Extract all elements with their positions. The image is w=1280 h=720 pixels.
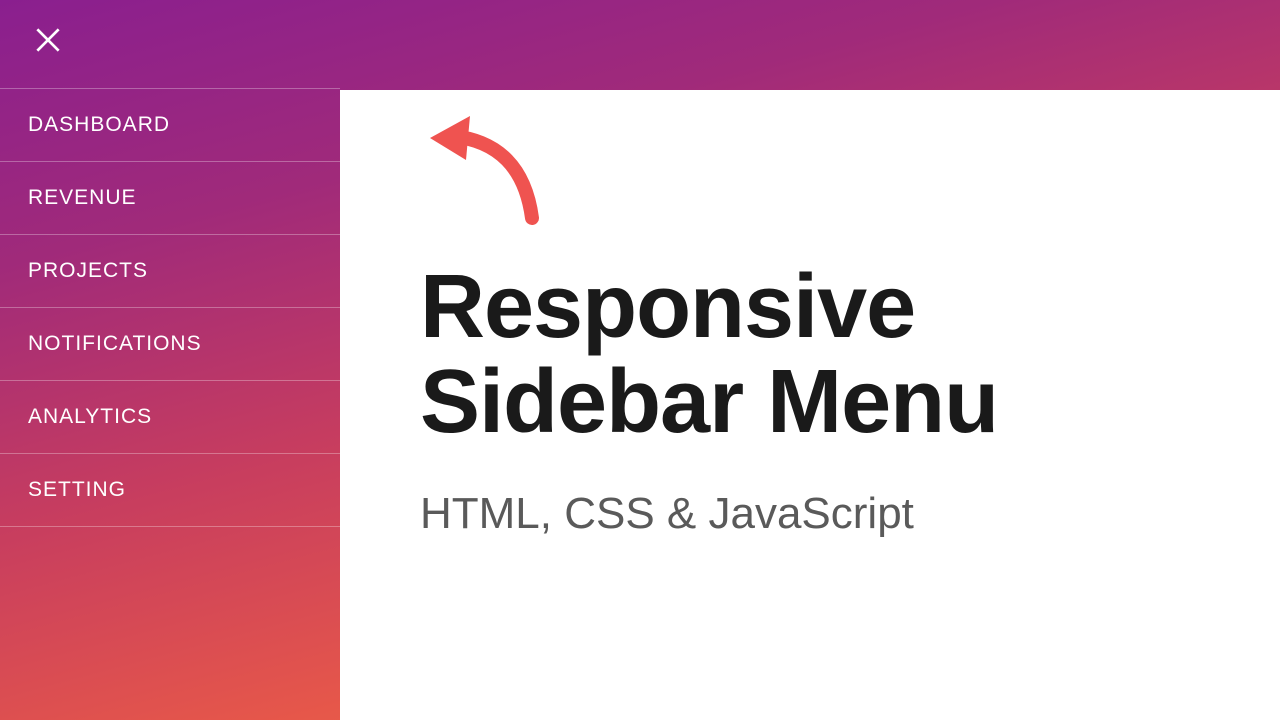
sidebar-item-label: ANALYTICS bbox=[28, 405, 152, 428]
sidebar-item-label: NOTIFICATIONS bbox=[28, 332, 202, 355]
title-line-2: Sidebar Menu bbox=[420, 352, 998, 452]
close-icon bbox=[32, 24, 64, 56]
sidebar-item-label: REVENUE bbox=[28, 186, 137, 209]
main-panel: Responsive Sidebar Menu HTML, CSS & Java… bbox=[340, 90, 1280, 720]
curved-arrow-icon bbox=[422, 108, 552, 238]
page-subtitle: HTML, CSS & JavaScript bbox=[420, 489, 1200, 539]
sidebar: DASHBOARD REVENUE PROJECTS NOTIFICATIONS… bbox=[0, 0, 340, 720]
sidebar-item-label: PROJECTS bbox=[28, 259, 148, 282]
sidebar-menu: DASHBOARD REVENUE PROJECTS NOTIFICATIONS… bbox=[0, 88, 340, 527]
sidebar-item-projects[interactable]: PROJECTS bbox=[0, 235, 340, 308]
title-line-1: Responsive bbox=[420, 257, 915, 357]
sidebar-item-label: SETTING bbox=[28, 478, 126, 501]
sidebar-item-dashboard[interactable]: DASHBOARD bbox=[0, 88, 340, 162]
page-title: Responsive Sidebar Menu bbox=[420, 260, 1200, 449]
sidebar-item-analytics[interactable]: ANALYTICS bbox=[0, 381, 340, 454]
sidebar-item-notifications[interactable]: NOTIFICATIONS bbox=[0, 308, 340, 381]
close-button[interactable] bbox=[28, 20, 68, 60]
sidebar-item-setting[interactable]: SETTING bbox=[0, 454, 340, 527]
sidebar-item-label: DASHBOARD bbox=[28, 113, 170, 136]
sidebar-item-revenue[interactable]: REVENUE bbox=[0, 162, 340, 235]
